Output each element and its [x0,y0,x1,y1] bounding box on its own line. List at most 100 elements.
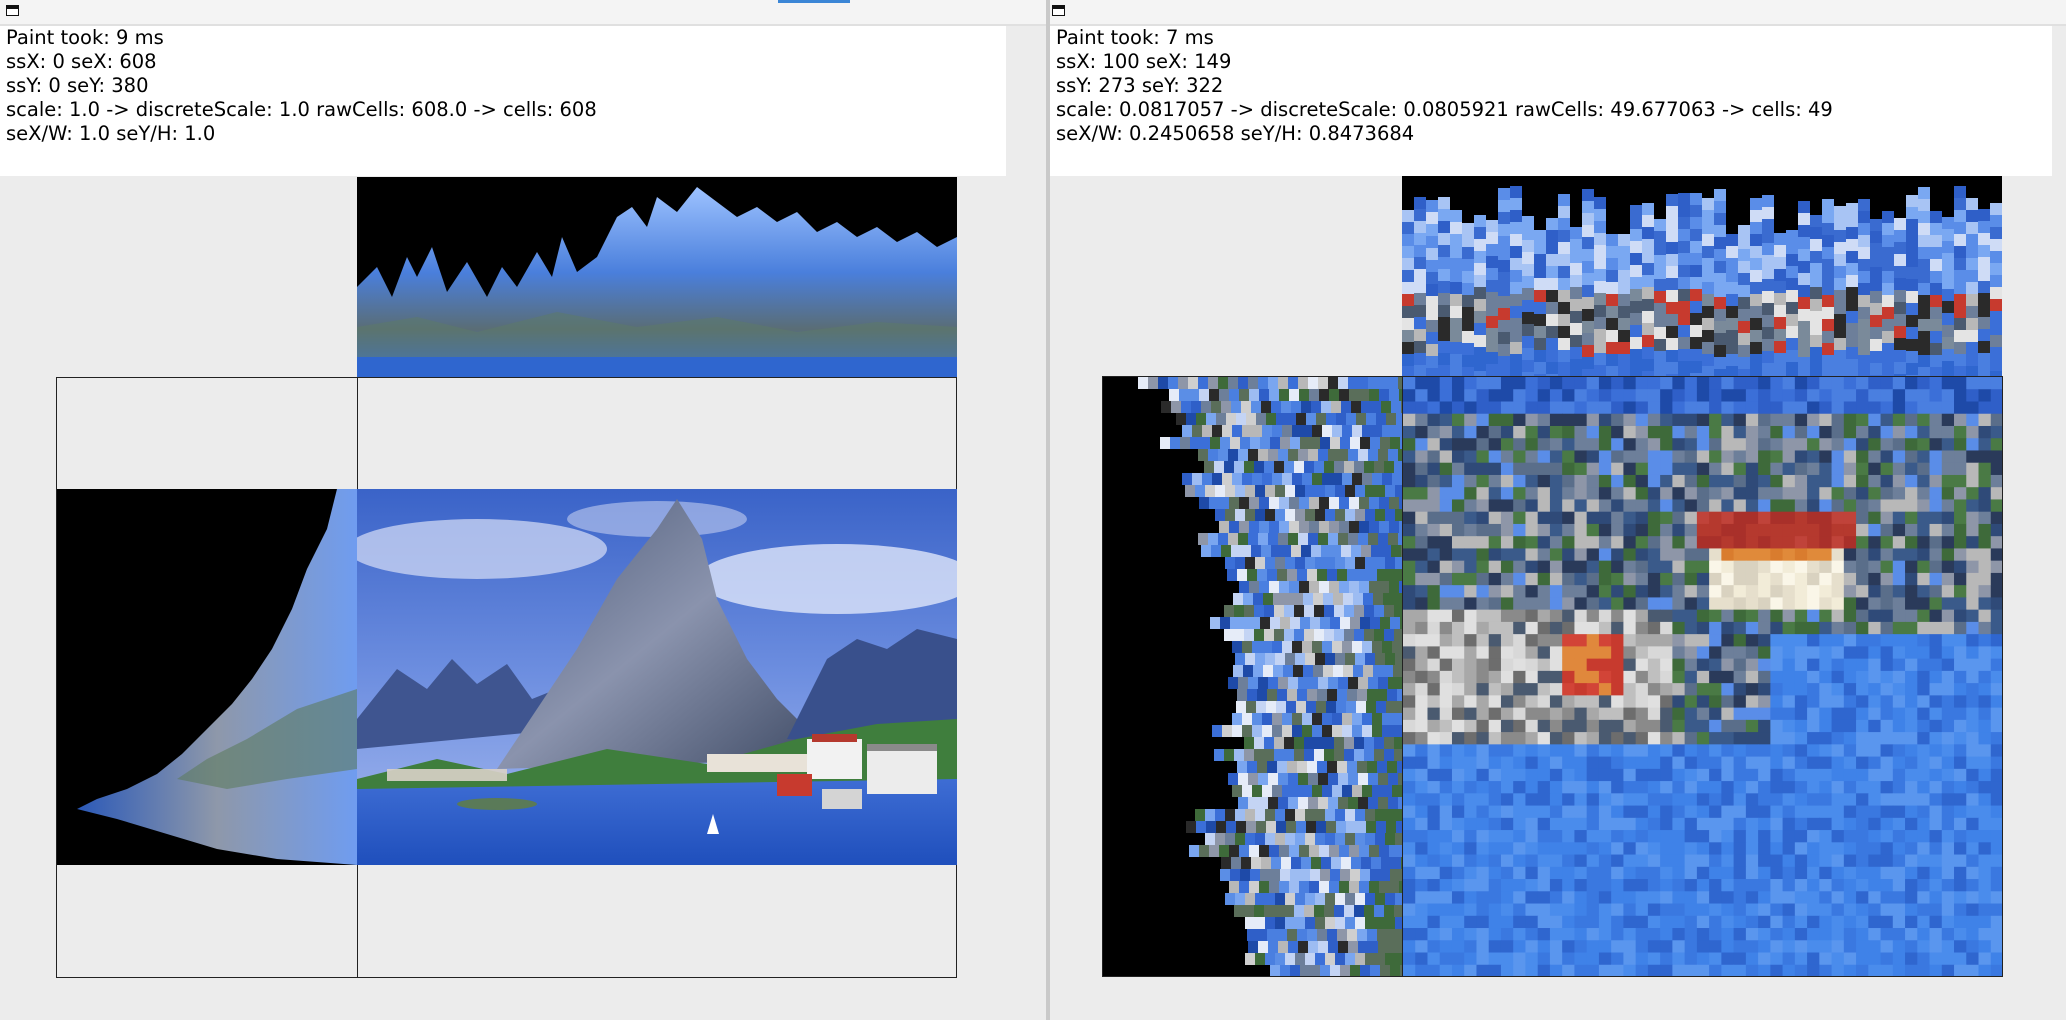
projection-block [1870,243,1882,255]
projection-block [1296,413,1306,425]
projection-block [1265,953,1275,965]
zoom-cell [1758,903,1771,917]
zoom-cell [1574,548,1588,562]
projection-block [1215,485,1225,497]
zoom-cell [1917,866,1931,880]
projection-block [1390,869,1400,881]
projection-block [1268,797,1278,809]
zoom-cell [1439,462,1453,476]
projection-block [1786,302,1798,314]
projection-block [1252,713,1262,725]
zoom-cell [1451,952,1465,966]
zoom-cell [1684,928,1698,941]
projection-block [1284,905,1294,917]
zoom-cell [1758,695,1771,709]
zoom-cell [1611,817,1624,831]
projection-block [1371,401,1381,413]
zoom-cell [1464,842,1477,856]
zoom-cell [1807,842,1820,856]
projection-block [1846,359,1858,371]
zoom-cell [1415,585,1428,598]
zoom-cell [1966,450,1980,464]
projection-block [1305,653,1315,665]
zoom-cell [1733,879,1747,892]
projection-block [1271,857,1281,869]
projection-block [1341,401,1351,413]
projection-block [1894,242,1906,254]
projection-block [1786,266,1798,278]
projection-block [1894,338,1906,350]
zoom-cell [1660,817,1673,831]
projection-block [1462,367,1474,376]
projection-block [1264,461,1274,473]
zoom-cell [1427,609,1441,623]
zoom-cell [1549,805,1563,819]
zoom-cell [1647,609,1661,623]
zoom-cell [1966,621,1980,635]
zoom-cell [1843,891,1857,905]
projection-block [1618,234,1630,246]
zoom-cell [1537,903,1551,917]
zoom-cell [1856,634,1869,647]
zoom-cell [1562,952,1575,966]
zoom-cell [1745,511,1759,525]
zoom-cell [1684,952,1698,966]
zoom-cell [1941,377,1955,390]
zoom-cell [1696,707,1710,721]
projection-block [1334,905,1344,917]
projection-block [1474,239,1486,251]
zoom-cell [1574,854,1588,868]
zoom-cell [1586,572,1600,586]
zoom-cell [1782,768,1796,782]
zoom-cell [1464,658,1477,672]
zoom-cell [1476,389,1490,402]
zoom-cell [1794,560,1808,574]
zoom-cell [1464,597,1477,611]
projection-block [1822,223,1834,235]
zoom-cell [1880,523,1894,537]
projection-block [1462,283,1474,295]
zoom-cell [1451,817,1465,831]
projection-block [1261,545,1271,557]
window-icon[interactable] [6,5,19,16]
zoom-cell [1537,940,1551,954]
zoom-cell [1403,560,1416,574]
projection-block [1810,323,1822,335]
zoom-cell [1978,511,1992,525]
zoom-cell [1966,670,1980,684]
projection-block [1335,893,1345,905]
zoom-cell [1745,830,1759,843]
zoom-cell [1451,413,1465,427]
zoom-cell [1758,732,1771,745]
zoom-cell [1954,817,1967,831]
projection-block [1277,929,1287,941]
projection-block [1291,545,1301,557]
zoom-cell [1941,817,1955,831]
zoom-cell [1696,915,1710,929]
zoom-cell [1611,377,1624,390]
zoom-cell [1635,768,1649,782]
projection-block [1498,320,1510,332]
zoom-cell [1476,842,1490,856]
zoom-cell [1868,658,1882,672]
zoom-cell [1439,597,1453,611]
projection-block [1229,845,1239,857]
zoom-cell [1439,536,1453,549]
zoom-cell [1623,597,1637,611]
projection-block [1224,749,1234,761]
window-icon[interactable] [1052,5,1065,16]
zoom-cell [1696,413,1710,427]
zoom-cell [1464,940,1477,954]
zoom-cell [1733,548,1747,562]
zoom-cell [1905,805,1918,819]
zoom-cell [1856,964,1869,976]
zoom-cell [1513,597,1526,611]
projection-block [1414,209,1426,221]
projection-block [1310,617,1320,629]
projection-block [1702,222,1714,234]
zoom-cell [1794,548,1808,562]
zoom-cell [1464,474,1477,488]
zoom-cell [1403,891,1416,905]
zoom-cell [1990,499,2002,513]
zoom-cell [1819,474,1833,488]
